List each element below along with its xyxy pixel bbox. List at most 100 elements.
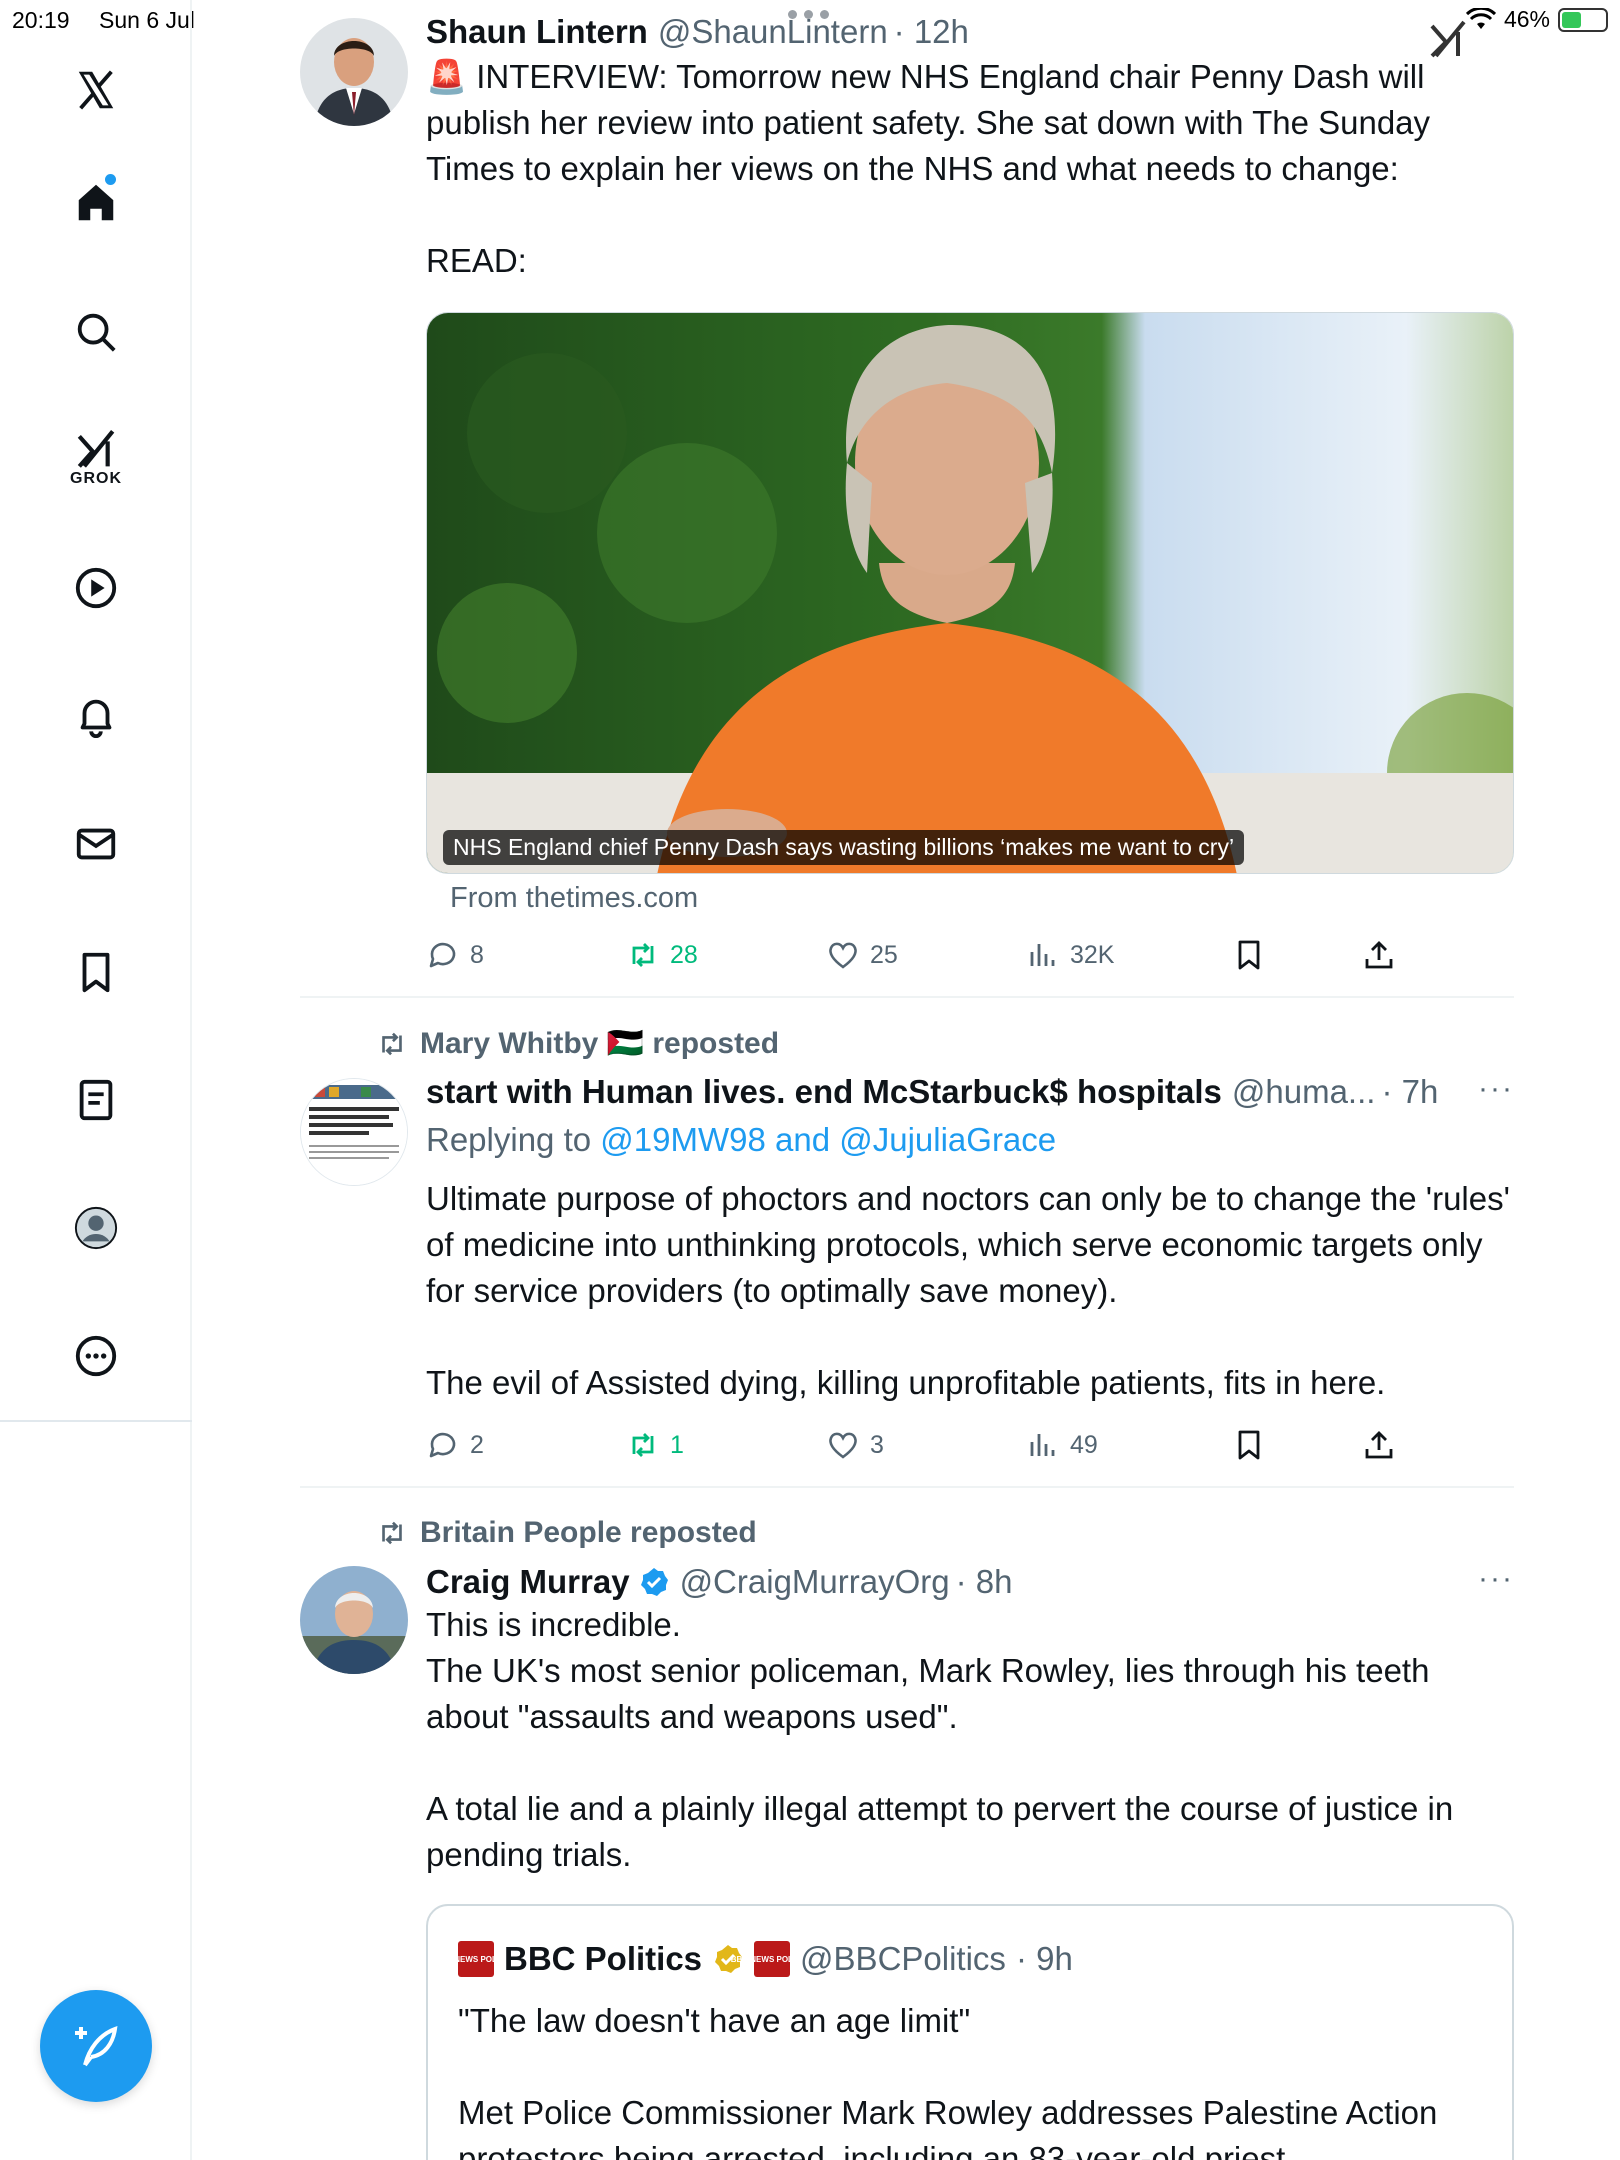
quoted-tweet-header: BBC NEWS POLITICS BBC Politics BBC NEWS … — [435, 1940, 1073, 1978]
heart-icon — [829, 1432, 857, 1459]
more-options-icon[interactable]: ··· — [1478, 1072, 1514, 1106]
bookmark-button[interactable] — [1232, 1428, 1266, 1462]
sidebar-nav: GROK — [0, 0, 192, 2160]
x-logo-icon[interactable] — [54, 48, 138, 132]
replying-to: Replying to @19MW98 and @JujuliaGrace — [426, 1118, 1514, 1162]
video-icon[interactable] — [54, 546, 138, 630]
share-button[interactable] — [1362, 938, 1396, 972]
reply-count: 2 — [470, 1430, 484, 1459]
repost-button[interactable]: 28 — [626, 938, 698, 972]
tweet-text-line: READ: — [426, 242, 527, 279]
siren-icon: 🚨 — [426, 58, 468, 95]
like-count: 25 — [870, 940, 898, 969]
tweet-time[interactable]: · 8h — [956, 1562, 1013, 1602]
author-handle[interactable]: @ShaunLintern — [658, 12, 888, 52]
views-button[interactable]: 32K — [1026, 938, 1114, 972]
repost-attribution[interactable]: Mary Whitby 🇵🇸 reposted — [376, 1026, 779, 1061]
repost-icon — [382, 1521, 402, 1545]
bookmark-icon — [1238, 940, 1260, 970]
author-name[interactable]: start with Human lives. end McStarbuck$ … — [426, 1072, 1222, 1112]
repost-attribution[interactable]: Britain People reposted — [376, 1516, 757, 1550]
reply-icon — [429, 1432, 456, 1458]
tweet-header: Shaun Lintern @ShaunLintern · 12h — [426, 12, 1514, 52]
author-handle[interactable]: @huma... — [1232, 1072, 1376, 1112]
tweet-time[interactable]: · 7h — [1381, 1072, 1438, 1112]
views-button[interactable]: 49 — [1026, 1428, 1098, 1462]
repost-button[interactable]: 1 — [626, 1428, 684, 1462]
tweet-header: start with Human lives. end McStarbuck$ … — [426, 1072, 1514, 1112]
author-handle[interactable]: @CraigMurrayOrg — [680, 1562, 950, 1602]
views-count: 32K — [1070, 940, 1115, 969]
quoted-text-line: Met Police Commissioner Mark Rowley addr… — [458, 2094, 1438, 2160]
share-button[interactable] — [1362, 1428, 1396, 1462]
tweet-text-line: The UK's most senior policeman, Mark Row… — [426, 1652, 1430, 1735]
bookmark-icon — [1238, 1430, 1260, 1460]
link-card-image[interactable]: NHS England chief Penny Dash says wastin… — [426, 312, 1514, 874]
profile-icon[interactable] — [54, 1186, 138, 1270]
more-icon[interactable] — [54, 1314, 138, 1398]
media-caption: NHS England chief Penny Dash says wastin… — [443, 830, 1245, 865]
reply-button[interactable]: 8 — [426, 938, 484, 972]
reply-count: 8 — [470, 940, 484, 969]
heart-icon — [829, 942, 857, 969]
tweet-time[interactable]: · 12h — [894, 12, 969, 52]
tweet-actions: 8 28 25 32K — [426, 938, 1426, 978]
reposted-by: Britain People reposted — [420, 1516, 757, 1549]
reply-icon — [429, 942, 456, 968]
bookmark-button[interactable] — [1232, 938, 1266, 972]
more-options-icon[interactable]: ··· — [1478, 1562, 1514, 1596]
link-source[interactable]: From thetimes.com — [450, 882, 698, 915]
tweet-text: This is incredible. The UK's most senior… — [426, 1602, 1514, 1878]
avatar[interactable] — [300, 18, 408, 126]
tweet-text-line: INTERVIEW: Tomorrow new NHS England chai… — [426, 58, 1431, 187]
tweet-header: Craig Murray @CraigMurrayOrg · 8h — [426, 1562, 1514, 1602]
grok-icon[interactable]: GROK — [54, 416, 138, 500]
reposted-by: Mary Whitby 🇵🇸 reposted — [420, 1027, 780, 1060]
tweet-divider — [300, 1486, 1514, 1488]
tweet-text: Ultimate purpose of phoctors and noctors… — [426, 1176, 1514, 1406]
avatar[interactable] — [300, 1078, 408, 1186]
tweet-text: 🚨 INTERVIEW: Tomorrow new NHS England ch… — [426, 54, 1514, 284]
quoted-tweet-time[interactable]: · 9h — [1016, 1940, 1073, 1978]
grok-label: GROK — [70, 470, 122, 487]
notifications-icon[interactable] — [54, 674, 138, 758]
verified-badge-icon — [638, 1566, 670, 1598]
views-count: 49 — [1070, 1430, 1098, 1459]
avatar[interactable] — [300, 1566, 408, 1674]
home-notification-dot — [105, 174, 116, 185]
article-photo — [427, 313, 1513, 873]
like-button[interactable]: 3 — [826, 1428, 884, 1462]
repost-icon — [632, 943, 654, 967]
like-button[interactable]: 25 — [826, 938, 898, 972]
bbc-affiliate-badge-icon: BBC NEWS POLITICS — [731, 1941, 813, 1977]
author-name[interactable]: Craig Murray — [426, 1562, 630, 1602]
tweet-text-line: Ultimate purpose of phoctors and noctors… — [426, 1180, 1510, 1309]
tweet-text-line: This is incredible. — [426, 1606, 681, 1643]
quoted-tweet[interactable]: BBC NEWS POLITICS BBC Politics BBC NEWS … — [426, 1904, 1514, 2160]
share-icon — [1365, 941, 1393, 969]
quoted-author-handle[interactable]: @BBCPolitics — [800, 1940, 1006, 1978]
search-icon[interactable] — [54, 290, 138, 374]
tweet-actions: 2 1 3 49 — [426, 1428, 1426, 1468]
compose-feather-icon — [75, 2025, 118, 2067]
battery-level — [1562, 11, 1582, 28]
battery-icon — [1558, 7, 1608, 32]
home-icon[interactable] — [54, 160, 138, 244]
tweet-text-line: A total lie and a plainly illegal attemp… — [426, 1790, 1454, 1873]
messages-icon[interactable] — [54, 802, 138, 886]
reply-button[interactable]: 2 — [426, 1428, 484, 1462]
bookmarks-icon[interactable] — [54, 930, 138, 1014]
like-count: 3 — [870, 1430, 884, 1459]
quoted-author-name[interactable]: BBC Politics — [504, 1940, 702, 1978]
repost-icon — [632, 1433, 654, 1457]
compose-post-button[interactable] — [40, 1990, 152, 2102]
tweet-text-line: The evil of Assisted dying, killing unpr… — [426, 1364, 1386, 1401]
replying-to-handles[interactable]: @19MW98 and @JujuliaGrace — [600, 1121, 1056, 1158]
repost-count: 1 — [670, 1430, 684, 1459]
lists-icon[interactable] — [54, 1058, 138, 1142]
share-icon — [1365, 1431, 1393, 1459]
author-name[interactable]: Shaun Lintern — [426, 12, 648, 52]
bbc-news-logo[interactable]: BBC NEWS POLITICS — [435, 1941, 517, 1977]
nav-divider — [0, 1420, 192, 1422]
repost-icon — [382, 1032, 402, 1055]
